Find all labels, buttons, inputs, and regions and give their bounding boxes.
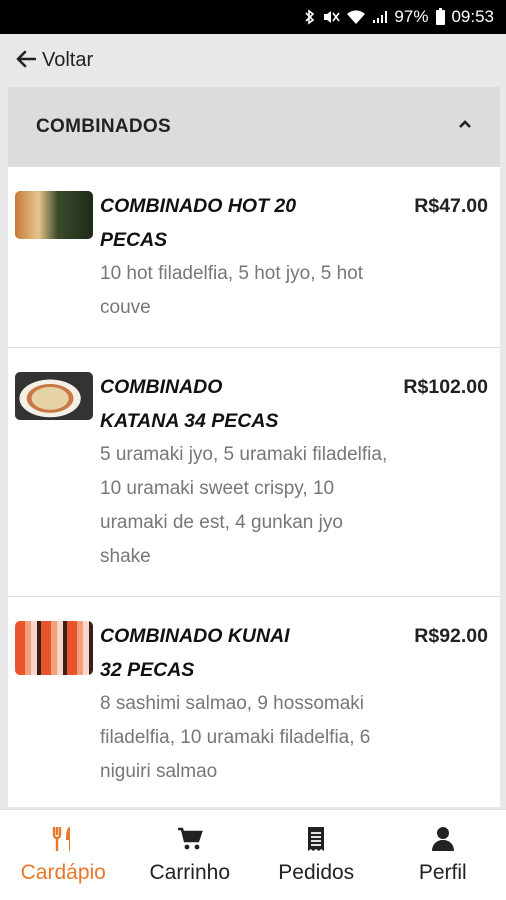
chevron-up-icon[interactable] bbox=[458, 116, 472, 134]
item-price: R$47.00 bbox=[414, 195, 488, 217]
item-price: R$92.00 bbox=[414, 625, 488, 647]
arrow-left-icon bbox=[16, 48, 37, 74]
cart-icon bbox=[177, 825, 203, 853]
nav-label: Cardápio bbox=[20, 861, 106, 884]
item-description: 5 uramaki jyo, 5 uramaki filadelfia, 10 … bbox=[100, 444, 388, 567]
back-label: Voltar bbox=[42, 49, 94, 71]
person-icon bbox=[431, 825, 455, 853]
nav-label: Pedidos bbox=[278, 861, 355, 884]
item-description: 8 sashimi salmao, 9 hossomaki filadelfia… bbox=[100, 693, 371, 782]
status-bar: 97% 09:53 bbox=[0, 0, 506, 34]
item-image bbox=[15, 191, 93, 239]
nav-label: Carrinho bbox=[149, 861, 231, 884]
item-name: COMBINADO KATANA 34 PECAS bbox=[100, 376, 279, 432]
item-description: 10 hot filadelfia, 5 hot jyo, 5 hot couv… bbox=[100, 263, 364, 318]
bluetooth-icon bbox=[304, 8, 316, 26]
nav-pedidos[interactable]: Pedidos bbox=[253, 810, 380, 900]
nav-label: Perfil bbox=[418, 861, 467, 884]
nav-carrinho[interactable]: Carrinho bbox=[127, 810, 254, 900]
item-name: COMBINADO HOT 20 PECAS bbox=[100, 195, 297, 251]
mute-icon bbox=[322, 9, 341, 25]
menu-item[interactable]: COMBINADO KUNAI 32 PECAS 8 sashimi salma… bbox=[8, 597, 500, 807]
item-name: COMBINADO KUNAI 32 PECAS bbox=[100, 625, 290, 681]
clock: 09:53 bbox=[451, 7, 494, 26]
signal-icon bbox=[372, 10, 388, 24]
app-window: Voltar COMBINADOS COMBINADO HOT 20 PECAS… bbox=[0, 34, 506, 900]
battery-icon bbox=[436, 7, 446, 25]
item-price: R$102.00 bbox=[403, 376, 488, 398]
nav-perfil[interactable]: Perfil bbox=[380, 810, 506, 900]
receipt-icon bbox=[306, 825, 326, 853]
bottom-navigation: Cardápio Carrinho Pedidos Perfil bbox=[0, 809, 506, 900]
wifi-icon bbox=[346, 9, 366, 25]
menu-item[interactable]: COMBINADO KATANA 34 PECAS 5 uramaki jyo,… bbox=[8, 348, 500, 597]
item-image bbox=[15, 372, 93, 420]
back-button[interactable]: Voltar bbox=[0, 34, 506, 87]
item-image bbox=[15, 621, 93, 675]
menu-content[interactable]: COMBINADOS COMBINADO HOT 20 PECAS 10 hot… bbox=[8, 87, 500, 807]
section-title: COMBINADOS bbox=[36, 116, 171, 137]
nav-cardapio[interactable]: Cardápio bbox=[0, 810, 127, 900]
fork-knife-icon bbox=[52, 825, 74, 853]
menu-item[interactable]: COMBINADO HOT 20 PECAS 10 hot filadelfia… bbox=[8, 167, 500, 348]
battery-percent: 97% bbox=[394, 7, 429, 26]
section-header-combinados[interactable]: COMBINADOS bbox=[8, 87, 500, 167]
